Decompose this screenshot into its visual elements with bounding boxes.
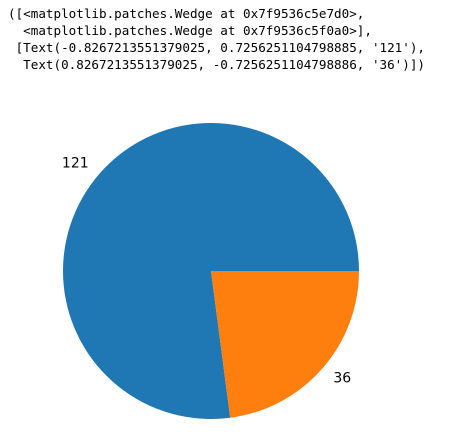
pie-slice (211, 271, 359, 418)
pie-slice-label: 121 (62, 156, 89, 172)
pie-chart: 121 36 (0, 0, 463, 432)
pie-chart-svg: 121 36 (62, 123, 360, 420)
pie-slice-label: 36 (333, 370, 351, 386)
